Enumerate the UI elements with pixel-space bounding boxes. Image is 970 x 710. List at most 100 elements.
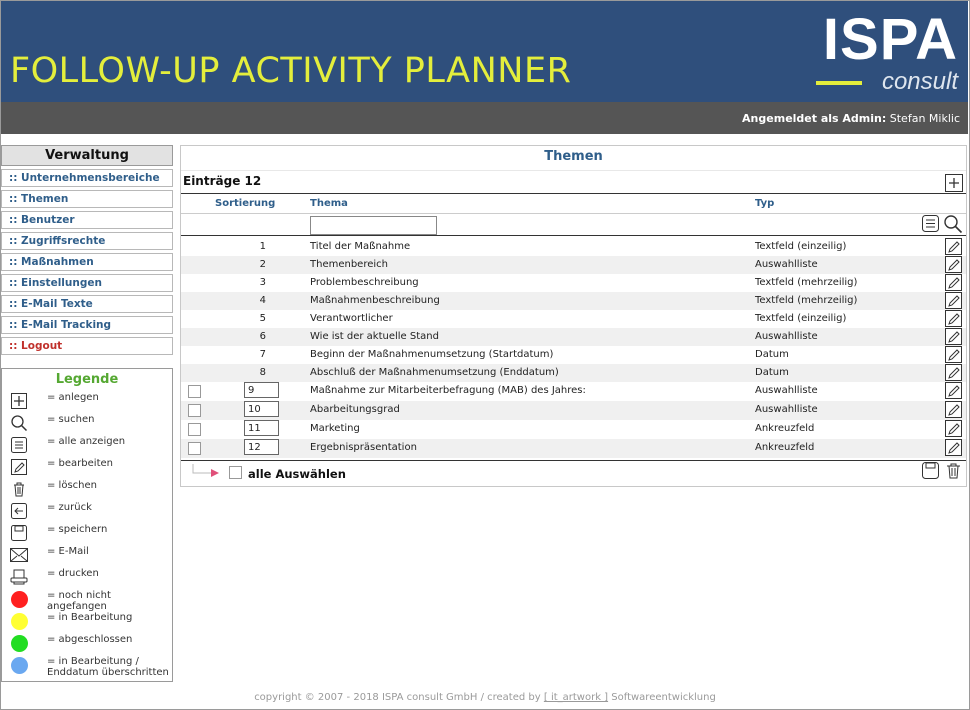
thema-cell: Abarbeitungsgrad bbox=[310, 404, 400, 415]
mail-icon bbox=[10, 546, 28, 564]
pencil-icon[interactable] bbox=[945, 328, 962, 345]
pencil-icon[interactable] bbox=[945, 256, 962, 273]
sort-input[interactable]: 11 bbox=[244, 420, 279, 436]
column-header-typ[interactable]: Typ bbox=[755, 198, 774, 209]
thema-cell: Abschluß der Maßnahmenumsetzung (Enddatu… bbox=[310, 367, 559, 378]
table-row: 5 Verantwortlicher Textfeld (einzeilig) bbox=[181, 310, 966, 328]
trash-icon[interactable] bbox=[945, 462, 962, 479]
sidebar: Verwaltung :: Unternehmensbereiche :: Th… bbox=[1, 145, 173, 358]
legend-item: = abgeschlossen bbox=[2, 632, 172, 654]
divider bbox=[181, 193, 966, 194]
legend-item: = E-Mail bbox=[2, 544, 172, 566]
login-label: Angemeldet als Admin: bbox=[742, 112, 887, 125]
plus-icon bbox=[949, 178, 959, 188]
select-all-label[interactable]: alle Auswählen bbox=[248, 467, 346, 481]
sort-value: 2 bbox=[259, 259, 266, 270]
row-checkbox[interactable] bbox=[188, 404, 201, 417]
typ-cell: Auswahlliste bbox=[755, 404, 818, 415]
pencil-icon[interactable] bbox=[945, 382, 962, 399]
pencil-icon[interactable] bbox=[945, 439, 962, 456]
logo-main-text: ISPA bbox=[822, 7, 958, 72]
sort-input[interactable]: 12 bbox=[244, 439, 279, 455]
row-checkbox[interactable] bbox=[188, 385, 201, 398]
divider bbox=[181, 235, 966, 236]
yellow-status-dot-icon bbox=[10, 612, 28, 630]
sidebar-item-email-tracking[interactable]: :: E-Mail Tracking bbox=[1, 316, 173, 334]
table-row: 3 Problembeschreibung Textfeld (mehrzeil… bbox=[181, 274, 966, 292]
thema-cell: Themenbereich bbox=[310, 259, 388, 270]
sidebar-item-massnahmen[interactable]: :: Maßnahmen bbox=[1, 253, 173, 271]
add-button[interactable] bbox=[945, 174, 963, 192]
thema-cell: Marketing bbox=[310, 423, 360, 434]
legend-item: = alle anzeigen bbox=[2, 434, 172, 456]
sort-value: 1 bbox=[259, 241, 266, 252]
thema-cell: Ergebnispräsentation bbox=[310, 442, 417, 453]
typ-cell: Auswahlliste bbox=[755, 259, 818, 270]
legend-label-line2: Enddatum überschritten bbox=[47, 667, 169, 678]
arrow-right-icon bbox=[192, 464, 219, 477]
sidebar-item-logout[interactable]: :: Logout bbox=[1, 337, 173, 355]
typ-cell: Ankreuzfeld bbox=[755, 442, 815, 453]
legend-label: = drucken bbox=[47, 568, 99, 579]
table-row: 12 Ergebnispräsentation Ankreuzfeld bbox=[181, 439, 966, 458]
pencil-icon[interactable] bbox=[945, 292, 962, 309]
thema-cell: Wie ist der aktuelle Stand bbox=[310, 331, 439, 342]
select-all-checkbox[interactable] bbox=[229, 466, 242, 479]
pencil-icon[interactable] bbox=[945, 310, 962, 327]
row-checkbox[interactable] bbox=[188, 442, 201, 455]
table-row: 2 Themenbereich Auswahlliste bbox=[181, 256, 966, 274]
legend-item: = drucken bbox=[2, 566, 172, 588]
legend-item: = noch nicht angefangen bbox=[2, 588, 172, 612]
sidebar-item-zugriffsrechte[interactable]: :: Zugriffsrechte bbox=[1, 232, 173, 250]
search-icon bbox=[10, 414, 28, 432]
themen-table: 1 Titel der Maßnahme Textfeld (einzeilig… bbox=[181, 238, 966, 458]
table-row: 9 Maßnahme zur Mitarbeiterbefragung (MAB… bbox=[181, 382, 966, 401]
thema-filter-input[interactable] bbox=[310, 216, 437, 235]
column-header-sortierung[interactable]: Sortierung bbox=[215, 198, 275, 209]
sidebar-item-benutzer[interactable]: :: Benutzer bbox=[1, 211, 173, 229]
pencil-icon[interactable] bbox=[945, 346, 962, 363]
copyright-text: copyright © 2007 - 2018 ISPA consult Gmb… bbox=[254, 692, 541, 703]
sort-value: 3 bbox=[259, 277, 266, 288]
sort-input[interactable]: 9 bbox=[244, 382, 279, 398]
legend-label: = suchen bbox=[47, 414, 95, 425]
legend-label-line1: = in Bearbeitung / bbox=[47, 656, 139, 667]
pencil-icon[interactable] bbox=[945, 420, 962, 437]
plus-icon bbox=[10, 392, 28, 410]
typ-cell: Auswahlliste bbox=[755, 331, 818, 342]
sidebar-item-unternehmensbereiche[interactable]: :: Unternehmensbereiche bbox=[1, 169, 173, 187]
row-checkbox[interactable] bbox=[188, 423, 201, 436]
typ-cell: Datum bbox=[755, 349, 789, 360]
sort-value: 6 bbox=[259, 331, 266, 342]
legend-label: = in Bearbeitung bbox=[47, 612, 133, 623]
legend-item: = in Bearbeitung / Enddatum überschritten bbox=[2, 654, 172, 680]
table-row: 4 Maßnahmenbeschreibung Textfeld (mehrze… bbox=[181, 292, 966, 310]
sidebar-item-themen[interactable]: :: Themen bbox=[1, 190, 173, 208]
copyright-footer: copyright © 2007 - 2018 ISPA consult Gmb… bbox=[0, 692, 970, 703]
table-row: 7 Beginn der Maßnahmenumsetzung (Startda… bbox=[181, 346, 966, 364]
legend-label: = zurück bbox=[47, 502, 92, 513]
save-icon bbox=[10, 524, 28, 542]
pencil-icon[interactable] bbox=[945, 238, 962, 255]
list-icon[interactable] bbox=[922, 215, 939, 232]
typ-cell: Textfeld (mehrzeilig) bbox=[755, 295, 858, 306]
sidebar-item-email-texte[interactable]: :: E-Mail Texte bbox=[1, 295, 173, 313]
it-artwork-link[interactable]: [ it_artwork ] bbox=[544, 692, 608, 703]
pencil-icon[interactable] bbox=[945, 401, 962, 418]
table-row: 8 Abschluß der Maßnahmenumsetzung (Endda… bbox=[181, 364, 966, 382]
search-icon[interactable] bbox=[943, 214, 963, 234]
status-dot bbox=[10, 634, 28, 652]
sidebar-heading: Verwaltung bbox=[1, 145, 173, 166]
pencil-icon[interactable] bbox=[945, 364, 962, 381]
red-status-dot-icon bbox=[10, 590, 28, 608]
save-icon[interactable] bbox=[922, 462, 939, 479]
sort-input[interactable]: 10 bbox=[244, 401, 279, 417]
column-header-thema[interactable]: Thema bbox=[310, 198, 348, 209]
legend-label: = E-Mail bbox=[47, 546, 89, 557]
pencil-icon[interactable] bbox=[945, 274, 962, 291]
back-icon bbox=[10, 502, 28, 520]
legend-item: = speichern bbox=[2, 522, 172, 544]
entries-count: Einträge 12 bbox=[183, 174, 262, 188]
sidebar-item-einstellungen[interactable]: :: Einstellungen bbox=[1, 274, 173, 292]
divider bbox=[181, 213, 966, 214]
